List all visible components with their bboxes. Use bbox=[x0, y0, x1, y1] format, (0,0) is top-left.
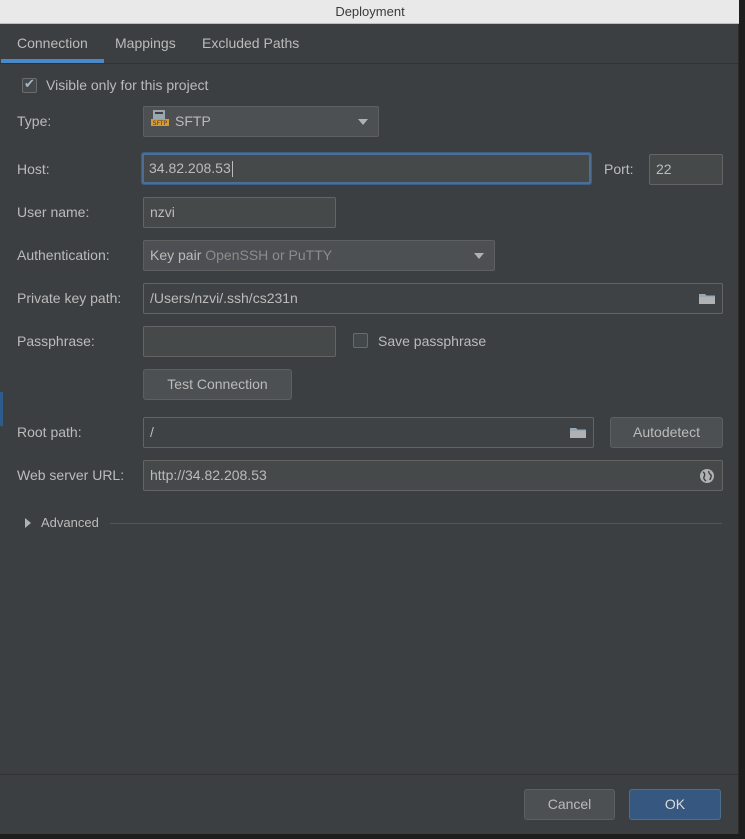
window-title-bar: Deployment bbox=[0, 0, 740, 24]
web-url-label: Web server URL: bbox=[17, 467, 125, 483]
tab-excluded-paths[interactable]: Excluded Paths bbox=[186, 24, 315, 63]
root-path-value: / bbox=[150, 424, 154, 440]
save-passphrase-label: Save passphrase bbox=[378, 333, 487, 349]
web-url-value: http://34.82.208.53 bbox=[150, 467, 267, 483]
autodetect-button[interactable]: Autodetect bbox=[610, 417, 723, 448]
authentication-label: Authentication: bbox=[17, 247, 110, 263]
window-bottom-edge bbox=[0, 834, 745, 839]
private-key-value: /Users/nzvi/.ssh/cs231n bbox=[150, 290, 298, 306]
tab-bar: Connection Mappings Excluded Paths bbox=[0, 24, 738, 64]
host-value: 34.82.208.53 bbox=[149, 160, 231, 176]
cancel-button[interactable]: Cancel bbox=[524, 789, 615, 820]
window-edge bbox=[739, 0, 745, 839]
globe-icon[interactable] bbox=[699, 468, 715, 484]
root-path-label: Root path: bbox=[17, 424, 82, 440]
left-edge-marker bbox=[0, 392, 3, 426]
deployment-dialog: Connection Mappings Excluded Paths ✔ Vis… bbox=[0, 24, 739, 834]
web-url-input[interactable]: http://34.82.208.53 bbox=[143, 460, 723, 491]
advanced-divider bbox=[110, 523, 722, 524]
type-label: Type: bbox=[17, 113, 52, 129]
chevron-down-icon bbox=[358, 119, 368, 125]
chevron-down-icon bbox=[474, 253, 484, 259]
port-value: 22 bbox=[656, 161, 672, 177]
ok-button[interactable]: OK bbox=[629, 789, 721, 820]
save-passphrase-checkbox[interactable] bbox=[353, 333, 368, 348]
private-key-input[interactable]: /Users/nzvi/.ssh/cs231n bbox=[143, 283, 723, 314]
port-label: Port: bbox=[604, 161, 634, 177]
host-label: Host: bbox=[17, 161, 50, 177]
sftp-icon: SFTP bbox=[150, 108, 170, 136]
passphrase-input[interactable] bbox=[143, 326, 336, 357]
auth-value-main: Key pair bbox=[150, 247, 202, 263]
authentication-dropdown[interactable]: Key pair OpenSSH or PuTTY bbox=[143, 240, 495, 271]
test-connection-button[interactable]: Test Connection bbox=[143, 369, 292, 400]
window-title: Deployment bbox=[335, 4, 405, 19]
auth-value-hint: OpenSSH or PuTTY bbox=[205, 247, 333, 263]
port-input[interactable]: 22 bbox=[649, 154, 723, 185]
tab-connection[interactable]: Connection bbox=[1, 24, 104, 63]
username-value: nzvi bbox=[150, 204, 175, 220]
visible-only-checkbox[interactable]: ✔ bbox=[22, 76, 37, 93]
visible-only-label: Visible only for this project bbox=[46, 77, 209, 93]
private-key-label: Private key path: bbox=[17, 290, 122, 306]
folder-icon[interactable] bbox=[569, 426, 587, 439]
username-input[interactable]: nzvi bbox=[143, 197, 336, 228]
checkbox-check-icon: ✔ bbox=[24, 76, 35, 91]
tab-mappings[interactable]: Mappings bbox=[99, 24, 192, 63]
folder-icon[interactable] bbox=[698, 292, 716, 305]
type-dropdown[interactable]: SFTP SFTP bbox=[143, 106, 379, 137]
svg-text:SFTP: SFTP bbox=[153, 120, 168, 127]
host-input[interactable]: 34.82.208.53 bbox=[142, 153, 591, 184]
triangle-right-icon[interactable] bbox=[25, 518, 31, 528]
username-label: User name: bbox=[17, 204, 90, 220]
type-value: SFTP bbox=[175, 113, 211, 129]
footer-divider bbox=[0, 774, 738, 775]
passphrase-label: Passphrase: bbox=[17, 333, 95, 349]
root-path-input[interactable]: / bbox=[143, 417, 594, 448]
advanced-label[interactable]: Advanced bbox=[41, 515, 99, 530]
text-caret bbox=[231, 161, 233, 178]
